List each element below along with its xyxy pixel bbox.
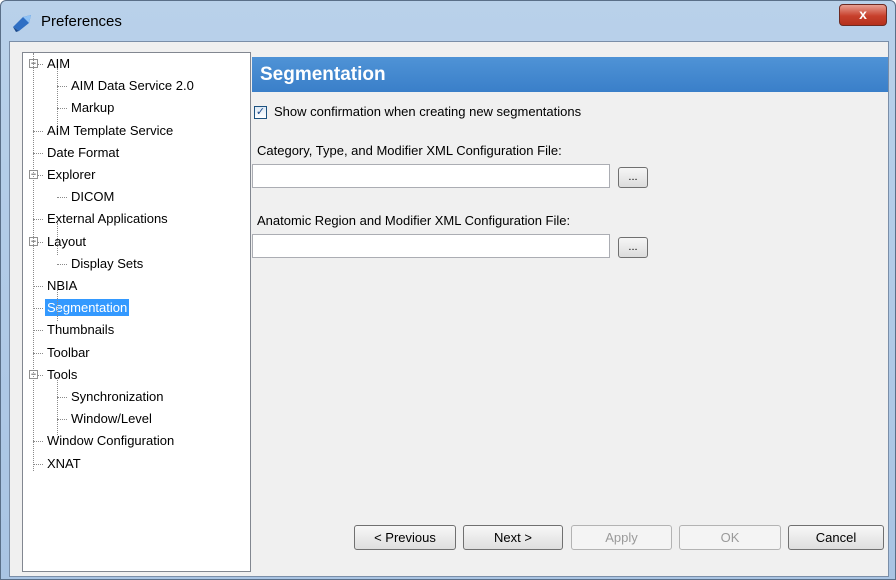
- tree-item-label: Window Configuration: [47, 433, 175, 449]
- tree-item-aim-data-service-2-0[interactable]: AIM Data Service 2.0: [69, 76, 196, 96]
- tree-item-layout[interactable]: Layout: [45, 232, 88, 252]
- category-config-label: Category, Type, and Modifier XML Configu…: [257, 143, 562, 158]
- close-button[interactable]: x: [839, 4, 887, 26]
- show-confirmation-label: Show confirmation when creating new segm…: [274, 104, 582, 119]
- tree-item-label: AIM Data Service 2.0: [71, 78, 194, 94]
- tree-connector: [33, 152, 43, 154]
- tree-item-aim[interactable]: AIM: [45, 54, 72, 74]
- tree-connector: [57, 289, 58, 321]
- tree-item-label: Date Format: [47, 144, 120, 160]
- tree-connector: [57, 197, 67, 199]
- app-logo-icon: [13, 15, 31, 32]
- tree-item-label: Layout: [47, 233, 87, 249]
- tree-connector: [33, 441, 43, 443]
- tree-item-label: AIM Template Service: [47, 122, 174, 138]
- tree-item-nbia[interactable]: NBIA: [45, 276, 79, 296]
- tree-item-display-sets[interactable]: Display Sets: [69, 254, 145, 274]
- tree-item-external-applications[interactable]: External Applications: [45, 209, 170, 229]
- tree-item-window-level[interactable]: Window/Level: [69, 409, 154, 429]
- tree-item-aim-template-service[interactable]: AIM Template Service: [45, 121, 175, 141]
- tree-connector: [57, 419, 67, 421]
- tree-item-label: Tools: [47, 366, 78, 382]
- category-browse-button[interactable]: ...: [618, 167, 648, 188]
- tree-item-label: Explorer: [47, 167, 96, 182]
- tree-item-label: AIM: [47, 56, 71, 71]
- show-confirmation-checkbox[interactable]: ✓: [254, 106, 267, 119]
- tree-connector: [33, 463, 43, 465]
- tree-item-label: DICOM: [71, 189, 115, 205]
- tree-item-explorer[interactable]: Explorer: [45, 165, 97, 185]
- tree-connector: [33, 308, 43, 310]
- dialog-body: − AIM AIM Data Service 2.0 Markup AIM Templa…: [9, 41, 889, 577]
- tree-item-window-configuration[interactable]: Window Configuration: [45, 431, 176, 451]
- tree-item-xnat[interactable]: XNAT: [45, 454, 83, 474]
- tree-item-label: Display Sets: [71, 255, 144, 271]
- ok-button[interactable]: OK: [679, 525, 781, 550]
- tree-connector: [57, 108, 67, 110]
- anatomic-config-label: Anatomic Region and Modifier XML Configu…: [257, 213, 571, 228]
- next-button[interactable]: Next >: [463, 525, 563, 550]
- tree-connector: [33, 330, 43, 332]
- tree-item-label: Window/Level: [71, 411, 152, 427]
- cancel-button[interactable]: Cancel: [788, 525, 884, 550]
- tree-item-dicom[interactable]: DICOM: [69, 187, 116, 207]
- previous-button[interactable]: < Previous: [354, 525, 456, 550]
- tree-item-label: Synchronization: [71, 389, 164, 404]
- tree-item-label: External Applications: [47, 211, 168, 227]
- apply-button[interactable]: Apply: [571, 525, 672, 550]
- tree-connector: [33, 219, 43, 221]
- category-config-input[interactable]: [252, 164, 610, 188]
- window-title: Preferences: [41, 13, 122, 30]
- tree-connector: [57, 263, 67, 265]
- tree-connector: [57, 397, 67, 398]
- tree-item-label: Thumbnails: [47, 322, 115, 338]
- tree-connector: [33, 130, 43, 132]
- tree-item-markup[interactable]: Markup: [69, 98, 116, 118]
- tree-item-label: Markup: [71, 100, 115, 116]
- tree-connector: [33, 286, 43, 287]
- tree-item-toolbar[interactable]: Toolbar: [45, 343, 92, 363]
- preferences-tree[interactable]: − AIM AIM Data Service 2.0 Markup AIM Templa…: [22, 52, 251, 572]
- tree-item-label: XNAT: [47, 455, 81, 471]
- anatomic-browse-button[interactable]: ...: [618, 237, 648, 258]
- tree-item-tools[interactable]: Tools: [45, 365, 79, 385]
- tree-item-thumbnails[interactable]: Thumbnails: [45, 320, 116, 340]
- tree-item-label: Toolbar: [47, 344, 90, 360]
- panel-title: Segmentation: [252, 57, 888, 92]
- preferences-window: Preferences x − AIM AIM Data Service 2.0 Ma…: [0, 0, 896, 580]
- tree-connector: [57, 68, 58, 128]
- tree-connector: [33, 352, 43, 354]
- tree-connector: [57, 223, 58, 255]
- tree-item-date-format[interactable]: Date Format: [45, 143, 121, 163]
- tree-item-label: NBIA: [47, 278, 78, 293]
- tree-item-synchronization[interactable]: Synchronization: [69, 387, 166, 407]
- tree-connector: [57, 86, 67, 88]
- tree-connector: [33, 53, 34, 471]
- tree-connector: [57, 377, 58, 435]
- title-bar[interactable]: Preferences x: [1, 1, 895, 41]
- anatomic-config-input[interactable]: [252, 234, 610, 258]
